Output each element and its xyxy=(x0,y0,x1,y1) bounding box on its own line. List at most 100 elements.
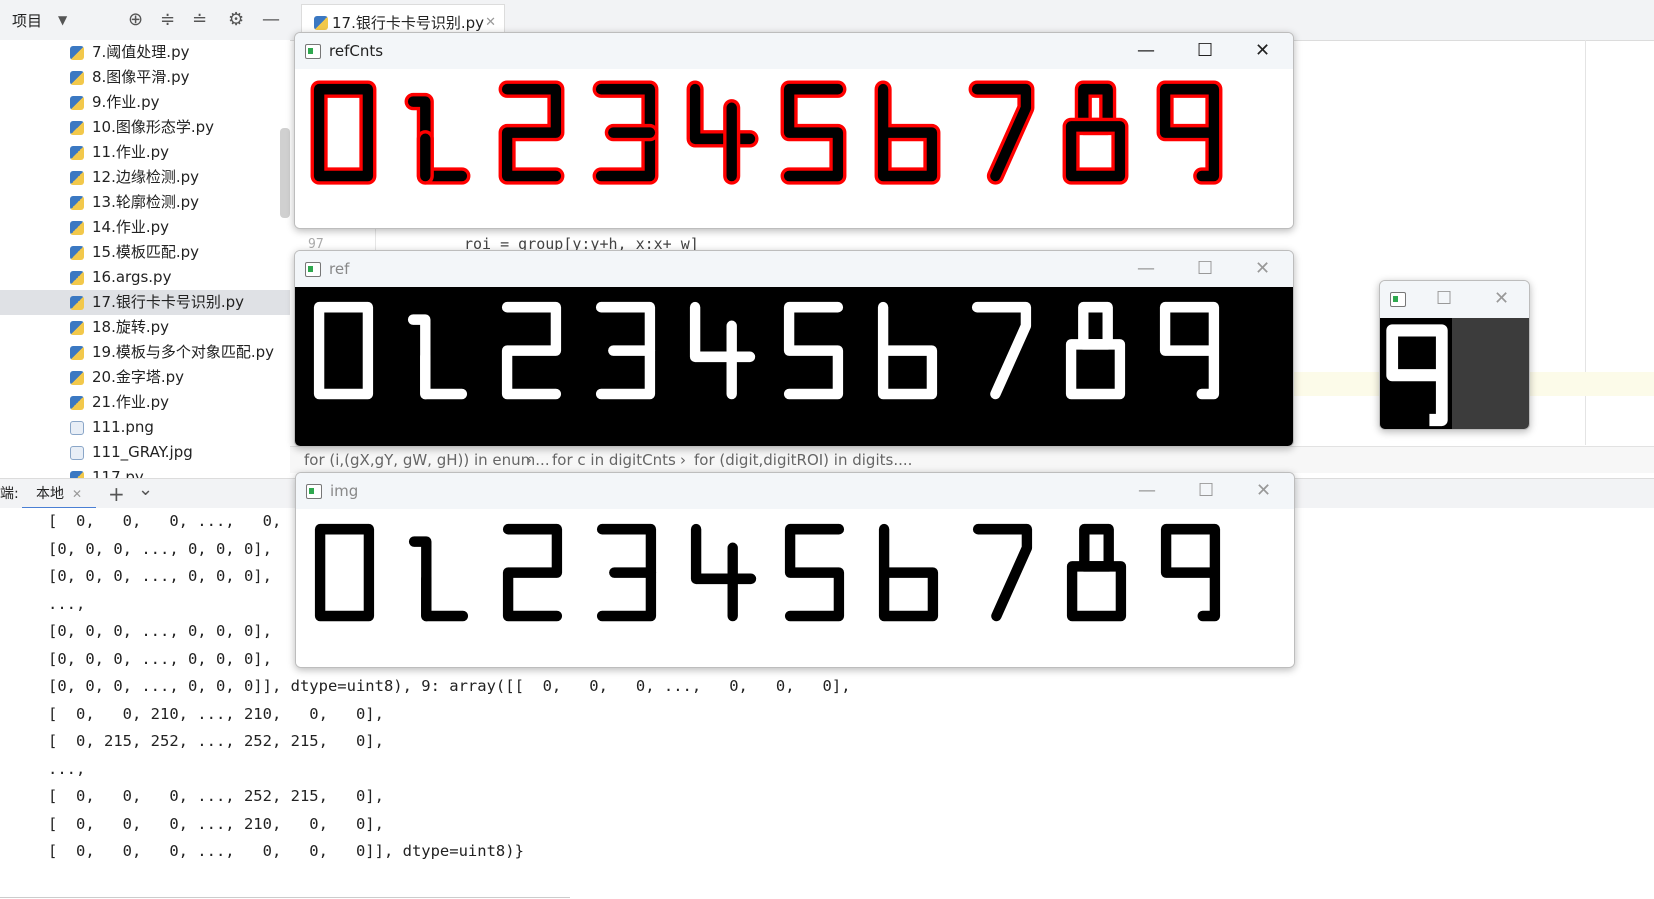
tree-item-label: 17.银行卡卡号识别.py xyxy=(92,293,245,311)
tree-item[interactable]: 20.金字塔.py xyxy=(0,365,290,390)
close-icon[interactable]: ✕ xyxy=(1494,281,1509,317)
console-line: [ 0, 215, 252, ..., 252, 215, 0], xyxy=(48,732,384,750)
refcnts-window: refCnts — ☐ ✕ xyxy=(294,32,1294,229)
python-file-icon xyxy=(70,371,84,385)
window-title: img xyxy=(330,482,359,500)
terminal-label: 端: xyxy=(0,486,19,502)
chevron-down-icon[interactable]: ▼ xyxy=(58,13,67,27)
digit-4 xyxy=(690,523,757,622)
window-titlebar[interactable]: ☐ ✕ xyxy=(1380,281,1529,318)
tree-item[interactable]: 111.png xyxy=(0,415,290,440)
tree-item[interactable]: 10.图像形态学.py xyxy=(0,115,290,140)
ref-image xyxy=(295,287,1293,446)
tree-item[interactable]: 12.边缘检测.py xyxy=(0,165,290,190)
add-terminal-icon[interactable]: + xyxy=(108,479,125,509)
collapse-all-icon[interactable]: ≐ xyxy=(192,9,207,30)
python-file-icon xyxy=(314,16,328,30)
minimize-icon[interactable]: — xyxy=(262,9,280,30)
minimize-icon[interactable]: — xyxy=(1138,473,1156,509)
project-label[interactable]: 项目 xyxy=(12,10,42,31)
tree-item[interactable]: 14.作业.py xyxy=(0,215,290,240)
python-file-icon xyxy=(70,146,84,160)
tree-item-label: 19.模板与多个对象匹配.py xyxy=(92,343,275,361)
tree-item[interactable]: 8.图像平滑.py xyxy=(0,65,290,90)
terminal-tab[interactable]: 本地 ✕ xyxy=(22,479,96,509)
tree-item[interactable]: 111_GRAY.jpg xyxy=(0,440,290,465)
tree-item[interactable]: 21.作业.py xyxy=(0,390,290,415)
python-file-icon xyxy=(70,271,84,285)
tree-item[interactable]: 19.模板与多个对象匹配.py xyxy=(0,340,290,365)
tree-item-label: 7.阈值处理.py xyxy=(92,43,190,61)
close-icon[interactable]: ✕ xyxy=(72,479,82,509)
divider xyxy=(0,897,570,898)
python-file-icon xyxy=(70,221,84,235)
breadcrumb-item[interactable]: for (i,(gX,gY, gW, gH)) in enum... xyxy=(304,447,550,473)
minimize-icon[interactable]: — xyxy=(1137,251,1155,287)
project-tree: 7.阈值处理.py 8.图像平滑.py 9.作业.py 10.图像形态学.py 11.作… xyxy=(0,40,290,478)
console-line: [ 0, 0, 0, ..., 0, 0, 0]], dtype=uint8)} xyxy=(48,842,524,860)
gear-icon[interactable]: ⚙ xyxy=(228,9,244,30)
digit-3 xyxy=(595,301,656,400)
window-titlebar[interactable]: refCnts — ☐ ✕ xyxy=(295,33,1293,69)
tree-item[interactable]: 17.银行卡卡号识别.py xyxy=(0,290,290,315)
tree-item-label: 14.作业.py xyxy=(92,218,170,236)
digit-contour-image xyxy=(310,80,1223,185)
python-file-icon xyxy=(70,46,84,60)
editor-tab-label: 17.银行卡卡号识别.py xyxy=(332,14,485,32)
app-icon xyxy=(305,44,321,59)
digit-6 xyxy=(874,80,941,185)
console-line: [ 0, 0, 0, ..., 210, 0, 0], xyxy=(48,814,384,833)
digit-8 xyxy=(1062,80,1129,185)
tree-item[interactable]: 13.轮廓检测.py xyxy=(0,190,290,215)
close-icon[interactable]: ✕ xyxy=(1255,33,1270,69)
tree-item-label: 21.作业.py xyxy=(92,393,170,411)
python-file-icon xyxy=(70,196,84,210)
breadcrumb-item[interactable]: for c in digitCnts xyxy=(552,447,676,473)
maximize-icon[interactable]: ☐ xyxy=(1436,281,1452,317)
tree-item[interactable]: 18.旋转.py xyxy=(0,315,290,340)
window-titlebar[interactable]: ref — ☐ ✕ xyxy=(295,251,1293,287)
refcnts-image xyxy=(295,69,1293,228)
app-icon xyxy=(305,262,321,277)
maximize-icon[interactable]: ☐ xyxy=(1198,473,1214,509)
digit-8 xyxy=(1066,523,1127,622)
console-line: [0, 0, 0, ..., 0, 0, 0]], dtype=uint8), … xyxy=(48,677,851,695)
window-title: refCnts xyxy=(329,42,384,60)
tree-item[interactable]: 7.阈值处理.py xyxy=(0,40,290,65)
binary-digit-image xyxy=(313,301,1220,400)
digit-0 xyxy=(313,301,374,400)
digit-5 xyxy=(784,523,845,622)
close-icon[interactable]: ✕ xyxy=(1255,251,1270,287)
template-digit-image xyxy=(314,523,1221,622)
console-line: ..., xyxy=(48,594,86,613)
tree-item-label: 111.png xyxy=(92,418,154,436)
tree-item[interactable]: 11.作业.py xyxy=(0,140,290,165)
expand-all-icon[interactable]: ≑ xyxy=(160,9,175,30)
chevron-down-icon[interactable]: ⌄ xyxy=(138,475,153,505)
close-icon[interactable]: ✕ xyxy=(1256,473,1271,509)
tree-item[interactable]: 15.模板匹配.py xyxy=(0,240,290,265)
console-line: [0, 0, 0, ..., 0, 0, 0], xyxy=(48,622,272,640)
digit-2 xyxy=(498,80,565,185)
tree-item[interactable]: 9.作业.py xyxy=(0,90,290,115)
roi-window: ☐ ✕ xyxy=(1379,280,1530,430)
python-file-icon xyxy=(70,471,84,478)
digit-1 xyxy=(408,536,469,622)
minimize-icon[interactable]: — xyxy=(1137,33,1155,69)
python-file-icon xyxy=(70,396,84,410)
window-titlebar[interactable]: img — ☐ ✕ xyxy=(296,473,1294,509)
breadcrumb-item[interactable]: for (digit,digitROI) in digits.... xyxy=(694,447,912,473)
tree-item-label: 117.py xyxy=(92,468,144,478)
tree-item[interactable]: 16.args.py xyxy=(0,265,290,290)
target-icon[interactable]: ⊕ xyxy=(128,9,143,30)
tree-item-label: 9.作业.py xyxy=(92,93,160,111)
digit-5 xyxy=(780,80,847,185)
window-title: ref xyxy=(329,260,350,278)
python-file-icon xyxy=(70,96,84,110)
python-file-icon xyxy=(70,296,84,310)
tree-scrollbar[interactable] xyxy=(280,128,290,218)
terminal-tab-label: 本地 xyxy=(36,486,64,502)
maximize-icon[interactable]: ☐ xyxy=(1197,33,1213,69)
maximize-icon[interactable]: ☐ xyxy=(1197,251,1213,287)
digit-0 xyxy=(310,80,377,185)
